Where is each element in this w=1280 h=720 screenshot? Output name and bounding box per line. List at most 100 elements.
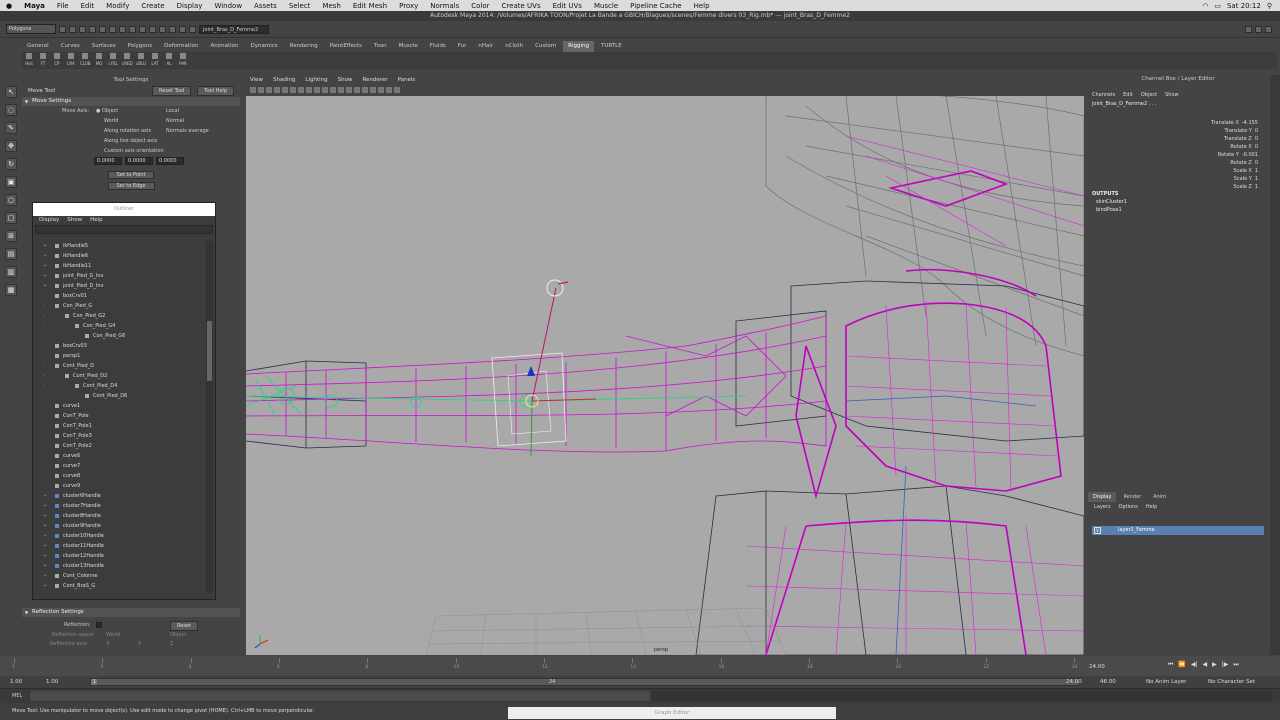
axis-value-x[interactable]: 0.0000 (94, 157, 122, 165)
select-object-icon[interactable] (99, 25, 106, 33)
outliner-scrollbar[interactable] (206, 241, 213, 593)
radio-world[interactable]: World (104, 116, 118, 126)
reflection-axis-y[interactable]: Y (138, 639, 141, 649)
lights-icon[interactable] (362, 87, 368, 93)
attribute-value[interactable]: -4.155 (1242, 120, 1258, 126)
open-scene-icon[interactable] (69, 25, 76, 33)
radio-custom-axis-orientation[interactable]: Custom axis orientation (104, 146, 164, 156)
layer-menu-help[interactable]: Help (1146, 502, 1157, 512)
viewport-menu-panels[interactable]: Panels (398, 75, 416, 85)
outliner-menu-show[interactable]: Show (67, 216, 82, 225)
channel-attribute-row[interactable]: Scale X1 (1188, 167, 1258, 175)
name-field[interactable]: joint_Bras_D_Femme2 (199, 24, 269, 34)
wireframe-icon[interactable] (330, 87, 336, 93)
outliner-item[interactable]: + cluster9Handle (33, 521, 207, 531)
outliner-item[interactable]: boxCrv03 (33, 341, 207, 351)
outliner-item[interactable]: Con_Pied_G6 (33, 331, 207, 341)
go-to-end-icon[interactable]: ⏭ (1233, 661, 1238, 669)
shelf-tab-custom[interactable]: Custom (530, 41, 561, 52)
outliner-item[interactable]: curve7 (33, 461, 207, 471)
expand-toggle-icon[interactable]: + (43, 591, 47, 593)
outliner-item[interactable]: + ikHandle11 (33, 261, 207, 271)
channel-box-menu-show[interactable]: Show (1165, 90, 1179, 100)
attribute-editor-toggle-icon[interactable] (1245, 25, 1252, 33)
shelf-item-al[interactable]: AL (164, 52, 174, 68)
mask-icon[interactable] (119, 25, 126, 33)
outliner-filter-field[interactable] (35, 225, 213, 234)
wifi-icon[interactable]: ◠ (1202, 2, 1208, 10)
last-tool-icon[interactable]: ○ (5, 194, 17, 206)
radio-normals-average[interactable]: Normals average (166, 126, 209, 136)
outliner-item[interactable]: + ikHandle6 (33, 251, 207, 261)
menu-app[interactable]: Maya (18, 2, 51, 10)
menu-file[interactable]: File (51, 2, 75, 10)
expand-toggle-icon[interactable]: + (43, 521, 47, 531)
range-end-field[interactable]: 48.00 (1100, 677, 1116, 687)
shelf-item-mo[interactable]: MO (94, 52, 104, 68)
layer-row[interactable]: V layer1_Femme (1092, 526, 1264, 535)
outliner-scroll-thumb[interactable] (207, 321, 212, 381)
clock[interactable]: Sat 20:12 (1227, 2, 1261, 10)
outliner-item[interactable]: ConT_Pole (33, 411, 207, 421)
attribute-value[interactable]: -0.001 (1242, 152, 1258, 158)
expand-toggle-icon[interactable]: + (43, 271, 47, 281)
layer-tab-display[interactable]: Display (1088, 492, 1117, 502)
move-settings-header[interactable]: Move Settings (22, 97, 240, 106)
expand-toggle-icon[interactable]: - (43, 361, 45, 371)
shadows-icon[interactable] (370, 87, 376, 93)
shelf-tab-deformation[interactable]: Deformation (159, 41, 203, 52)
graph-layout-icon[interactable]: ▦ (5, 284, 17, 296)
set-to-edge-button[interactable]: Set to Edge (107, 182, 155, 190)
axis-value-z[interactable]: 0.0000 (156, 157, 184, 165)
menu-pipeline-cache[interactable]: Pipeline Cache (624, 2, 687, 10)
outliner-item[interactable]: persp1 (33, 351, 207, 361)
field-chart-icon[interactable] (314, 87, 320, 93)
viewport-menu-lighting[interactable]: Lighting (305, 75, 327, 85)
outliner-item[interactable]: + cluster12Handle (33, 551, 207, 561)
shelf-tab-toon[interactable]: Toon (369, 41, 392, 52)
shelf-item-ft[interactable]: FT (38, 52, 48, 68)
lasso-tool-icon[interactable]: ◌ (5, 104, 17, 116)
shelf-item-cblu[interactable]: cBLU (136, 52, 146, 68)
search-icon[interactable]: ⚲ (1267, 2, 1272, 10)
menu-set-select[interactable]: Polygons (6, 24, 56, 34)
grid-icon[interactable] (282, 87, 288, 93)
side-tabs-strip[interactable] (1270, 75, 1280, 655)
channel-attribute-row[interactable]: Rotate Z0 (1188, 159, 1258, 167)
shelf-item-cred[interactable]: cRED (122, 52, 133, 68)
expand-toggle-icon[interactable]: - (43, 311, 45, 321)
step-forward-frame-icon[interactable]: |▶ (1222, 661, 1229, 669)
shelf-tab-polygons[interactable]: Polygons (123, 41, 157, 52)
save-scene-icon[interactable] (79, 25, 86, 33)
ipr-icon[interactable] (189, 25, 196, 33)
channel-attribute-row[interactable]: Translate Z0 (1188, 135, 1258, 143)
camera-icon[interactable] (250, 87, 256, 93)
smooth-shade-icon[interactable] (338, 87, 344, 93)
outliner-item[interactable]: ConT_Pole3 (33, 431, 207, 441)
textured-icon[interactable] (354, 87, 360, 93)
xray-icon[interactable] (378, 87, 384, 93)
attribute-value[interactable]: 1 (1255, 184, 1258, 190)
outliner-title[interactable]: Outliner (33, 203, 215, 216)
anim-layer-select[interactable]: No Anim Layer (1146, 677, 1186, 687)
outliner-item[interactable]: - Cont_Pied_D2 (33, 371, 207, 381)
layout-icon[interactable]: ▤ (5, 248, 17, 260)
camera-attr-icon[interactable] (258, 87, 264, 93)
radio-object[interactable]: ● Object (96, 106, 118, 116)
reflection-checkbox[interactable] (96, 622, 102, 628)
time-slider[interactable]: 1 2 4 6 8 10 12 14 16 18 20 22 24 24.00 ⏮ ⏪ ◀| ◀ ▶ |… (0, 656, 1280, 676)
layer-menu-layers[interactable]: Layers (1094, 502, 1111, 512)
channel-attribute-row[interactable]: Scale Z1 (1188, 183, 1258, 191)
snap-point-icon[interactable] (149, 25, 156, 33)
outliner-item[interactable]: - Cont_Pied_D4 (33, 381, 207, 391)
expand-toggle-icon[interactable]: + (43, 511, 47, 521)
viewport-menu-renderer[interactable]: Renderer (362, 75, 387, 85)
outliner-item[interactable]: + cluster7Handle (33, 501, 207, 511)
snap-plane-icon[interactable] (159, 25, 166, 33)
outliner-item[interactable]: + joint_Pied_D_Inv (33, 281, 207, 291)
outliner-menu-display[interactable]: Display (39, 216, 59, 225)
select-hierarchy-icon[interactable] (89, 25, 96, 33)
viewport-menu-view[interactable]: View (250, 75, 263, 85)
menu-assets[interactable]: Assets (248, 2, 283, 10)
expand-toggle-icon[interactable]: - (43, 371, 45, 381)
